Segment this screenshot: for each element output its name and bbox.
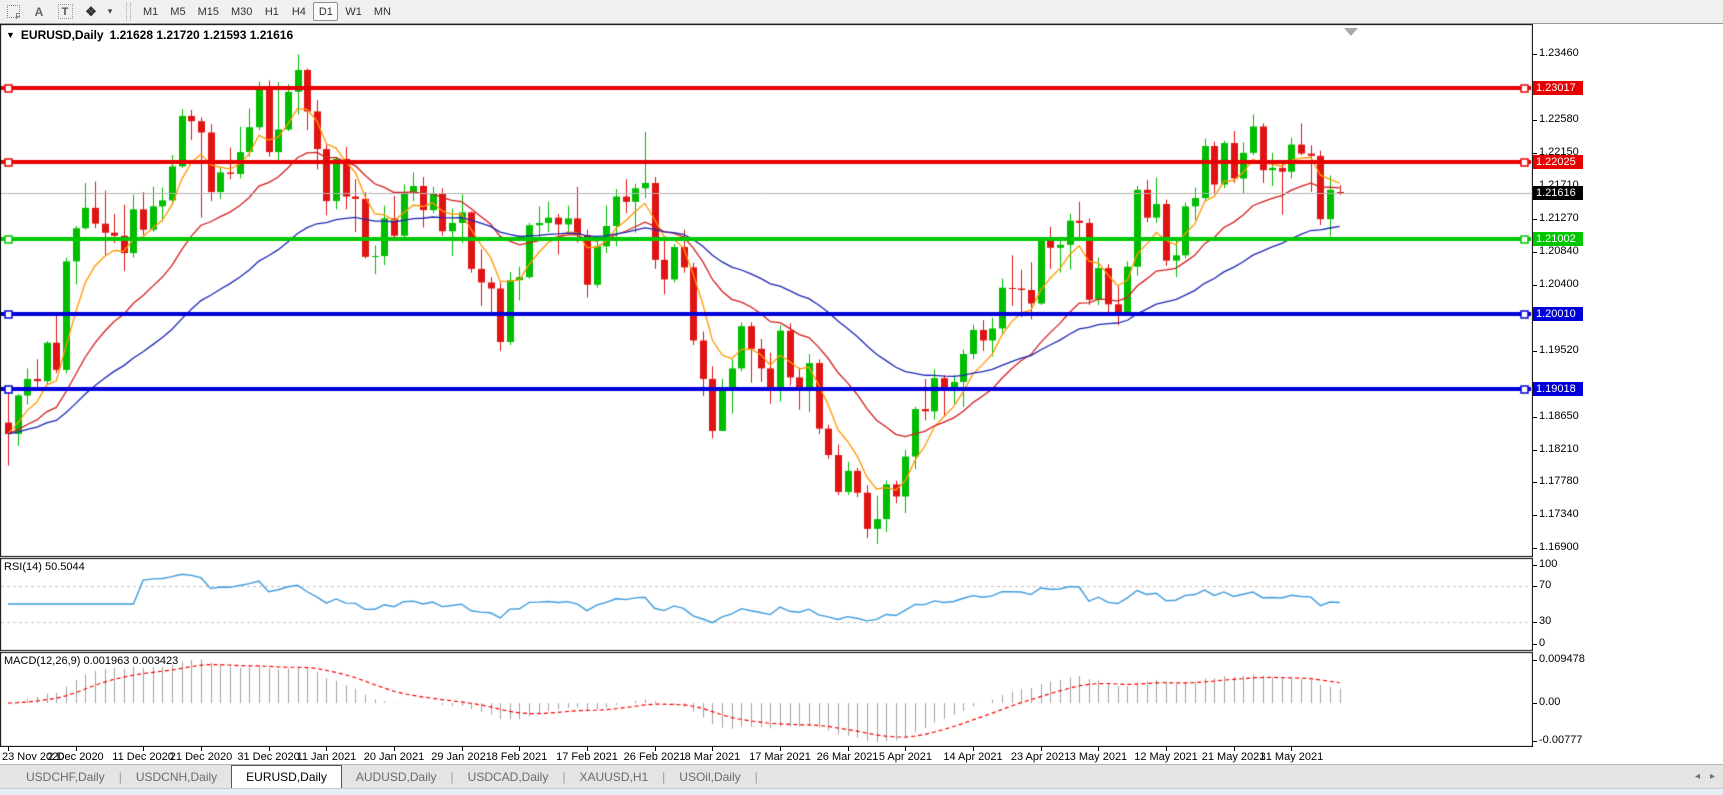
time-axis-label: 23 Apr 2021 (1011, 751, 1070, 763)
price-axis-tick: 1.20400 (1539, 278, 1579, 290)
time-axis: 23 Nov 20202 Dec 202011 Dec 202021 Dec 2… (0, 747, 1533, 764)
fibonacci-icon[interactable]: F (0, 2, 26, 22)
top-toolbar: F A T ❖ ▾ M1M5M15M30H1H4D1W1MN (0, 0, 1723, 24)
time-axis-label: 8 Feb 2021 (492, 751, 548, 763)
price-axis-tick: 1.17340 (1539, 508, 1579, 520)
chart-symbol-label: EURUSD,Daily (21, 28, 104, 42)
chart-ohlc-values: 1.21628 1.21720 1.21593 1.21616 (110, 28, 294, 42)
rsi-indicator-label: RSI(14) 50.5044 (4, 561, 85, 573)
price-badge: 1.19018 (1533, 382, 1583, 396)
time-axis-label: 31 Dec 2020 (237, 751, 299, 763)
price-axis-tick: 1.18650 (1539, 410, 1579, 422)
time-axis-label: 26 Feb 2021 (624, 751, 686, 763)
price-badge: 1.21002 (1533, 232, 1583, 246)
time-axis-label: 21 Dec 2020 (170, 751, 232, 763)
rsi-axis-tick: 0 (1539, 637, 1545, 649)
timeframe-button-d1[interactable]: D1 (313, 2, 338, 21)
timeframe-button-mn[interactable]: MN (369, 2, 396, 21)
price-axis-tick: 1.16900 (1539, 541, 1579, 553)
price-badge: 1.22025 (1533, 155, 1583, 169)
timeframe-button-h4[interactable]: H4 (286, 2, 311, 21)
chevron-down-icon[interactable]: ▾ (104, 6, 116, 17)
text-box-icon[interactable]: T (52, 2, 78, 22)
timeframe-button-m30[interactable]: M30 (226, 2, 257, 21)
time-axis-label: 17 Feb 2021 (556, 751, 618, 763)
chart-tab-bar: USDCHF,Daily | USDCNH,DailyEURUSD,DailyAUD… (0, 764, 1723, 788)
rsi-axis-tick: 30 (1539, 615, 1551, 627)
time-axis-label: 3 May 2021 (1070, 751, 1127, 763)
time-axis-label: 21 May 2021 (1202, 751, 1266, 763)
time-axis-label: 8 Mar 2021 (685, 751, 741, 763)
tab-usdcad[interactable]: USDCAD,Daily (454, 767, 563, 788)
macd-axis-tick: 0.009478 (1539, 653, 1585, 665)
tab-audusd[interactable]: AUDUSD,Daily (342, 767, 451, 788)
timeframe-button-m1[interactable]: M1 (138, 2, 163, 21)
timeframe-button-h1[interactable]: H1 (259, 2, 284, 21)
text-label-icon[interactable]: A (26, 2, 52, 22)
toolbar-separator (126, 3, 131, 21)
price-axis-tick: 1.19520 (1539, 344, 1579, 356)
chart-title: ▼ EURUSD,Daily 1.21628 1.21720 1.21593 1… (6, 28, 293, 42)
price-badge: 1.23017 (1533, 81, 1583, 95)
chart-dropdown-icon[interactable]: ▼ (6, 30, 15, 40)
timeframe-group: M1M5M15M30H1H4D1W1MN (137, 2, 397, 21)
time-axis-label: 14 Apr 2021 (943, 751, 1002, 763)
price-axis-tick: 1.21270 (1539, 212, 1579, 224)
time-axis-label: 12 May 2021 (1134, 751, 1198, 763)
rsi-axis-tick: 100 (1539, 558, 1557, 570)
price-badge: 1.20010 (1533, 307, 1583, 321)
price-badge: 1.21616 (1533, 186, 1583, 200)
macd-indicator-label: MACD(12,26,9) 0.001963 0.003423 (4, 655, 178, 667)
time-axis-label: 11 Dec 2020 (112, 751, 174, 763)
macd-axis-tick: 0.00 (1539, 696, 1560, 708)
time-axis-label: 17 Mar 2021 (749, 751, 811, 763)
tab-usdchf[interactable]: USDCHF,Daily (12, 767, 119, 788)
price-axis-tick: 1.22580 (1539, 113, 1579, 125)
timeframe-button-m15[interactable]: M15 (193, 2, 224, 21)
price-axis-tick: 1.23460 (1539, 47, 1579, 59)
arrows-icon[interactable]: ❖ (78, 2, 104, 22)
time-axis-label: 2 Dec 2020 (47, 751, 103, 763)
tab-usoil[interactable]: USOil,Daily (665, 767, 754, 788)
time-axis-label: 20 Jan 2021 (364, 751, 425, 763)
tab-scroll-right-icon[interactable]: ▸ (1710, 771, 1715, 782)
price-axis-tick: 1.17780 (1539, 475, 1579, 487)
timeframe-button-m5[interactable]: M5 (165, 2, 190, 21)
tab-eurusd[interactable]: EURUSD,Daily (231, 765, 342, 788)
time-axis-label: 31 May 2021 (1260, 751, 1324, 763)
chart-area[interactable]: ▼ EURUSD,Daily 1.21628 1.21720 1.21593 1… (0, 24, 1723, 764)
macd-axis-tick: -0.00777 (1539, 734, 1582, 746)
chart-shift-marker[interactable] (1344, 28, 1358, 36)
price-axis-tick: 1.18210 (1539, 443, 1579, 455)
time-axis-label: 5 Apr 2021 (879, 751, 932, 763)
tab-usdcnh[interactable]: USDCNH,Daily (122, 767, 231, 788)
time-axis-label: 26 Mar 2021 (817, 751, 879, 763)
price-axis-tick: 1.20840 (1539, 245, 1579, 257)
time-axis-label: 29 Jan 2021 (431, 751, 492, 763)
rsi-axis-tick: 70 (1539, 579, 1551, 591)
timeframe-button-w1[interactable]: W1 (340, 2, 367, 21)
time-axis-label: 11 Jan 2021 (297, 751, 357, 763)
tab-xauusd[interactable]: XAUUSD,H1 (565, 767, 662, 788)
status-bar (0, 788, 1723, 795)
price-axis: 1.234601.225801.221501.217101.212701.208… (1533, 24, 1723, 747)
tab-separator: | (755, 770, 758, 788)
price-chart-canvas[interactable] (0, 24, 1533, 747)
tab-scroll-left-icon[interactable]: ◂ (1695, 771, 1700, 782)
